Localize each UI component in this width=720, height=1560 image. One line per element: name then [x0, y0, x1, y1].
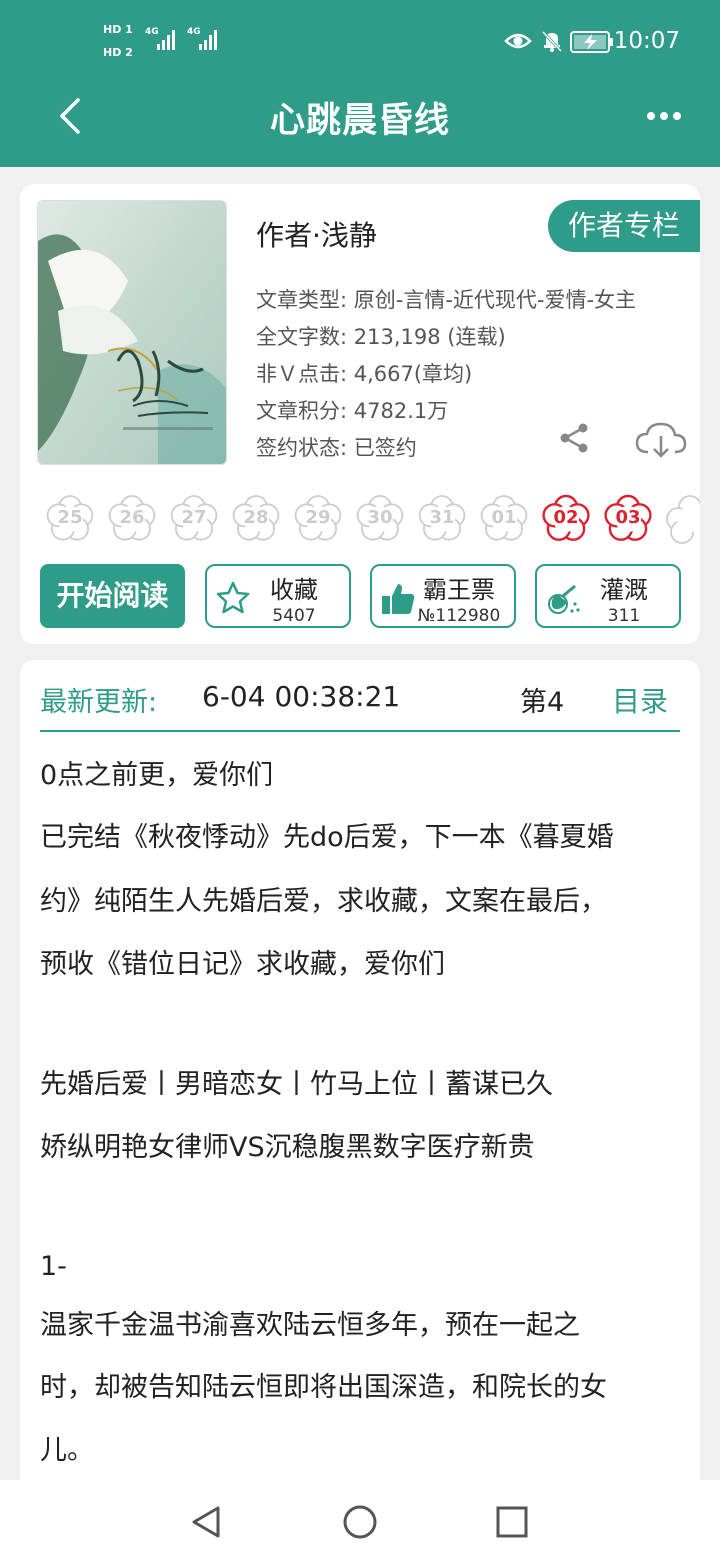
flower-day-3[interactable]: 28: [230, 492, 282, 544]
description-line: 预收《错位日记》求收藏，爱你们: [40, 949, 445, 980]
description-line: 约》纯陌生人先婚后爱，求收藏，文案在最后，: [40, 886, 607, 917]
book-cover-image[interactable]: [37, 200, 227, 465]
flower-day-7[interactable]: 01: [478, 492, 530, 544]
article-score: 文章积分: 4782.1万: [256, 399, 449, 423]
nav-recents-icon[interactable]: [492, 1502, 532, 1542]
word-count: 全文字数: 213,198 (连载): [256, 325, 506, 349]
sign-status: 签约状态: 已签约: [256, 436, 417, 460]
description-line: 0点之前更，爱你们: [40, 760, 274, 791]
description-card: 最新更新: 6-04 00:38:21 第4 目录 0点之前更，爱你们 已完结《…: [20, 660, 700, 1490]
table-of-contents-link[interactable]: 目录: [612, 680, 668, 720]
irrigate-button[interactable]: 灌溉 311: [535, 564, 681, 628]
flower-day-partial[interactable]: [664, 492, 700, 544]
flower-day-8[interactable]: 02: [540, 492, 592, 544]
more-menu-icon[interactable]: [646, 106, 682, 126]
latest-update-label: 最新更新:: [40, 687, 158, 718]
irrigate-count: 311: [607, 606, 641, 626]
description-line: 儿。: [40, 1435, 94, 1466]
status-bar: HD 1 HD 2 4G 4G 10:07: [0, 0, 720, 80]
click-count: 非Ｖ点击: 4,667(章均): [256, 362, 473, 386]
clock: 10:07: [613, 28, 680, 54]
flower-day-label: 28: [243, 507, 269, 528]
battery-icon: [570, 31, 613, 53]
download-cloud-icon[interactable]: [634, 420, 688, 460]
book-info-card: 作者·浅静 作者专栏 文章类型: 原创-言情-近代现代-爱情-女主 全文字数: …: [20, 184, 700, 644]
flower-day-label: 25: [57, 507, 83, 528]
mute-bell-icon: [541, 30, 563, 53]
article-type: 文章类型: 原创-言情-近代现代-爱情-女主: [256, 288, 637, 312]
description-line: 1-: [40, 1251, 67, 1282]
description-line: 时，却被告知陆云恒即将出国深造，和院长的女: [40, 1372, 607, 1403]
nav-back-icon[interactable]: [186, 1502, 226, 1542]
bawang-ticket-button[interactable]: 霸王票 №112980: [370, 564, 516, 628]
nav-home-icon[interactable]: [340, 1502, 380, 1542]
flower-day-label: 29: [305, 507, 331, 528]
signal-1-icon: 4G: [145, 27, 175, 50]
flower-day-5[interactable]: 30: [354, 492, 406, 544]
irrigate-label: 灌溉: [600, 576, 648, 604]
description-line: 温家千金温书渝喜欢陆云恒多年，预在一起之: [40, 1310, 580, 1341]
flower-day-4[interactable]: 29: [292, 492, 344, 544]
flower-day-1[interactable]: 26: [106, 492, 158, 544]
flower-day-label: 02: [553, 507, 579, 528]
flower-day-label: 01: [491, 507, 517, 528]
favorite-label: 收藏: [270, 576, 318, 604]
bawang-ticket-count: №112980: [417, 606, 501, 626]
flower-day-label: 27: [181, 507, 207, 528]
flower-day-label: 03: [615, 507, 641, 528]
flower-calendar: 25 26 27 28 29 30 31 01 02 03: [44, 492, 700, 548]
favorite-button[interactable]: 收藏 5407: [205, 564, 351, 628]
app-bar: HD 1 HD 2 4G 4G 10:07 心跳晨昏线: [0, 0, 720, 167]
author-name[interactable]: 作者·浅静: [256, 214, 377, 254]
favorite-count: 5407: [272, 606, 316, 626]
flower-day-2[interactable]: 27: [168, 492, 220, 544]
flower-day-0[interactable]: 25: [44, 492, 96, 544]
latest-chapter-link[interactable]: 第4: [520, 680, 564, 719]
flower-day-label: 31: [429, 507, 455, 528]
latest-update-time: 6-04 00:38:21: [202, 680, 401, 713]
system-nav-bar: [0, 1480, 720, 1560]
author-column-button[interactable]: 作者专栏: [548, 200, 700, 252]
description-line: 已完结《秋夜悸动》先do后爱，下一本《暮夏婚: [40, 822, 614, 853]
hd1-indicator: HD 1: [103, 23, 133, 36]
bawang-ticket-label: 霸王票: [423, 576, 495, 604]
hd2-indicator: HD 2: [103, 46, 133, 59]
signal-2-icon: 4G: [187, 27, 217, 50]
description-line: 娇纵明艳女律师VS沉稳腹黑数字医疗新贵: [40, 1132, 535, 1163]
eye-icon: [504, 33, 532, 49]
flower-day-label: 30: [367, 507, 393, 528]
flower-day-9[interactable]: 03: [602, 492, 654, 544]
divider: [40, 730, 680, 732]
flower-day-6[interactable]: 31: [416, 492, 468, 544]
share-icon[interactable]: [558, 422, 590, 454]
flower-day-label: 26: [119, 507, 145, 528]
description-line: 先婚后爱丨男暗恋女丨竹马上位丨蓄谋已久: [40, 1069, 553, 1100]
page-title: 心跳晨昏线: [269, 101, 450, 141]
start-reading-button[interactable]: 开始阅读: [40, 564, 185, 628]
